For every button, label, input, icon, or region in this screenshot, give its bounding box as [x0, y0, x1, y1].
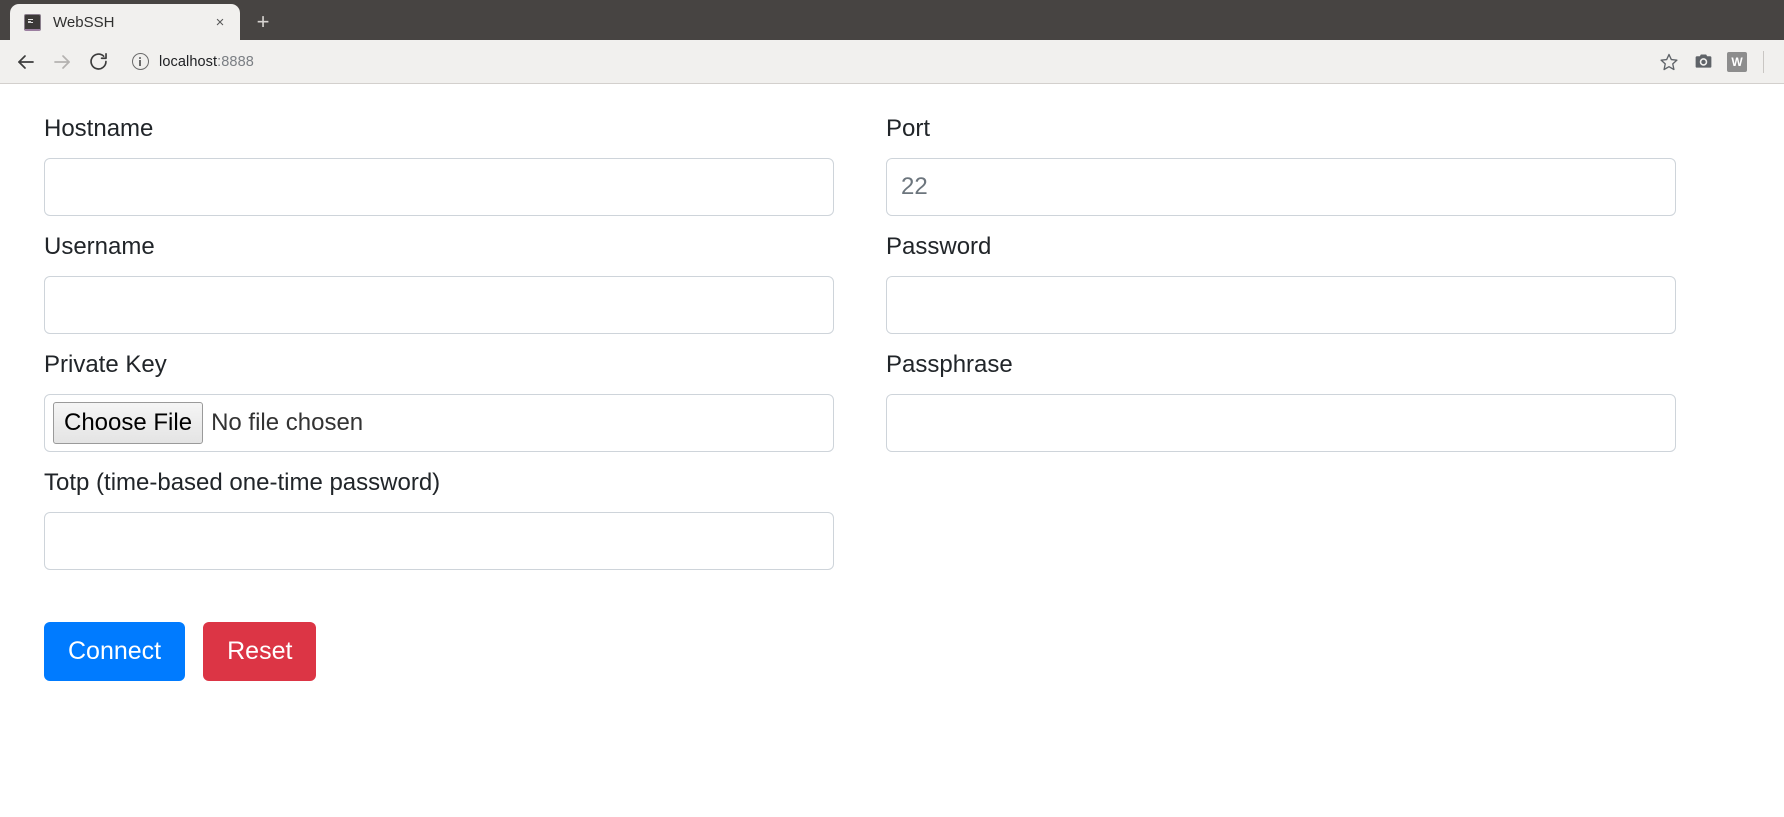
passphrase-label: Passphrase — [886, 351, 1013, 378]
password-label: Password — [886, 233, 992, 260]
form-row-4: Totp (time-based one-time password) — [44, 468, 1740, 586]
totp-input[interactable] — [44, 512, 834, 570]
form-column-left: Hostname — [44, 114, 834, 232]
field-group-privatekey: Private Key Choose File No file chosen — [44, 350, 834, 452]
toolbar-actions: W — [1653, 46, 1772, 78]
hostname-input[interactable] — [44, 158, 834, 216]
privatekey-file-input[interactable]: Choose File No file chosen — [44, 394, 834, 452]
field-group-totp: Totp (time-based one-time password) — [44, 468, 834, 570]
password-input[interactable] — [886, 276, 1676, 334]
browser-tab-websh[interactable]: WebSSH × — [10, 4, 240, 40]
address-bar[interactable]: localhost:8888 — [124, 46, 1645, 77]
reload-icon[interactable] — [80, 44, 116, 80]
form-column-right: Passphrase — [886, 350, 1676, 468]
form-column-right: Port — [886, 114, 1676, 232]
privatekey-label: Private Key — [44, 351, 167, 378]
hostname-label: Hostname — [44, 115, 154, 142]
tab-title: WebSSH — [53, 13, 115, 31]
bookmark-star-icon[interactable] — [1653, 46, 1685, 78]
totp-label: Totp (time-based one-time password) — [44, 469, 441, 496]
choose-file-button[interactable]: Choose File — [53, 402, 204, 444]
port-label: Port — [886, 115, 931, 142]
browser-toolbar: localhost:8888 W — [0, 40, 1784, 84]
forward-arrow-icon[interactable] — [44, 44, 80, 80]
username-input[interactable] — [44, 276, 834, 334]
url-host: localhost — [159, 53, 218, 70]
port-input[interactable] — [886, 158, 1676, 216]
form-row-2: Username Password — [44, 232, 1740, 350]
username-label: Username — [44, 233, 155, 260]
form-column-right: Password — [886, 232, 1676, 350]
extension-w-icon[interactable]: W — [1721, 46, 1753, 78]
form-actions: Connect Reset — [44, 622, 1740, 681]
close-icon[interactable]: × — [210, 12, 230, 32]
url-text: localhost:8888 — [159, 54, 254, 70]
toolbar-divider — [1763, 50, 1764, 73]
form-column-left: Private Key Choose File No file chosen — [44, 350, 834, 468]
reset-button[interactable]: Reset — [203, 622, 317, 681]
ssh-login-form: Hostname Port Username — [0, 84, 1784, 681]
file-status-text: No file chosen — [211, 409, 364, 436]
field-group-password: Password — [886, 232, 1676, 334]
form-row-1: Hostname Port — [44, 114, 1740, 232]
new-tab-button[interactable]: + — [246, 7, 280, 37]
form-column-left: Totp (time-based one-time password) — [44, 468, 834, 586]
field-group-port: Port — [886, 114, 1676, 216]
form-column-left: Username — [44, 232, 834, 350]
url-port: :8888 — [217, 53, 254, 70]
browser-window: WebSSH × + localhost:8888 W Hostname Por… — [0, 0, 1784, 817]
field-group-username: Username — [44, 232, 834, 334]
connect-button[interactable]: Connect — [44, 622, 186, 681]
form-column-right — [886, 468, 1676, 586]
passphrase-input[interactable] — [886, 394, 1676, 452]
form-row-3: Private Key Choose File No file chosen P… — [44, 350, 1740, 468]
terminal-icon — [24, 13, 41, 31]
page-viewport: Hostname Port Username — [0, 84, 1784, 817]
tab-strip: WebSSH × + — [0, 0, 1784, 40]
info-circle-icon[interactable] — [132, 53, 149, 70]
back-arrow-icon[interactable] — [8, 44, 44, 80]
field-group-passphrase: Passphrase — [886, 350, 1676, 452]
screenshot-camera-icon[interactable] — [1687, 46, 1719, 78]
extension-badge-label: W — [1727, 51, 1747, 72]
field-group-hostname: Hostname — [44, 114, 834, 216]
